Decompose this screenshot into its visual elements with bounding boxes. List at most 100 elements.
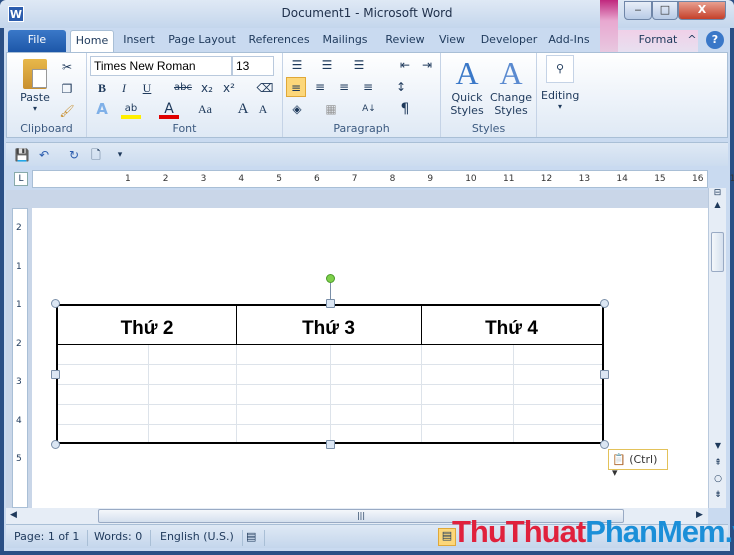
align-right-button[interactable]: ≡ bbox=[334, 77, 354, 97]
customize-qat-icon[interactable]: ▾ bbox=[110, 145, 130, 165]
browse-object-icon[interactable]: ○ bbox=[709, 474, 727, 484]
tab-selector[interactable]: L bbox=[14, 172, 28, 186]
table-header-cell[interactable]: Thứ 4 bbox=[421, 318, 602, 340]
bold-button[interactable]: B bbox=[92, 78, 112, 98]
language[interactable]: English (U.S.) bbox=[152, 530, 243, 546]
resize-handle[interactable] bbox=[600, 370, 609, 379]
tab-add-ins[interactable]: Add-Ins bbox=[546, 30, 592, 52]
shading-icon[interactable]: ◈ bbox=[287, 99, 307, 119]
next-page-icon[interactable]: ⇟ bbox=[709, 490, 727, 500]
maximize-button[interactable]: □ bbox=[652, 1, 678, 20]
table[interactable]: Thứ 2 Thứ 3 Thứ 4 bbox=[56, 304, 604, 444]
ruler-number: 4 bbox=[238, 174, 245, 184]
underline-button[interactable]: U bbox=[137, 78, 157, 98]
ruler-number: 8 bbox=[389, 174, 396, 184]
scroll-down-icon[interactable]: ▼ bbox=[709, 441, 727, 450]
increase-indent-icon[interactable]: ⇥ bbox=[417, 55, 437, 75]
format-painter-icon[interactable]: 🖌 bbox=[57, 101, 77, 121]
tab-insert[interactable]: Insert bbox=[118, 30, 160, 52]
scroll-up-icon[interactable]: ▲ bbox=[709, 200, 726, 209]
vertical-scrollbar[interactable]: ⊟ ▲ ▼ ⇞ ○ ⇟ bbox=[708, 188, 726, 508]
tab-mailings[interactable]: Mailings bbox=[318, 30, 372, 52]
borders-icon[interactable]: ▦ bbox=[321, 99, 341, 119]
line-spacing-icon[interactable]: ↕ bbox=[391, 77, 411, 97]
group-font: Times New Roman 13 B I U abc x₂ x² ⌫ A a… bbox=[87, 53, 283, 137]
scroll-thumb[interactable] bbox=[711, 232, 724, 272]
highlight-button[interactable]: ab bbox=[121, 99, 141, 119]
tab-view[interactable]: View bbox=[436, 30, 468, 52]
ruler-number: 17 bbox=[729, 174, 734, 184]
vertical-ruler[interactable]: 2 1 1 2 3 4 5 bbox=[12, 208, 28, 508]
multilevel-list-icon[interactable]: ☰ bbox=[349, 55, 369, 75]
undo-icon[interactable]: ↶ bbox=[34, 145, 54, 165]
view-ruler-icon[interactable]: ⊟ bbox=[709, 188, 726, 198]
copy-icon[interactable]: ❐ bbox=[57, 79, 77, 99]
text-effects-button[interactable]: A bbox=[92, 99, 112, 119]
superscript-button[interactable]: x² bbox=[219, 78, 239, 98]
italic-button[interactable]: I bbox=[114, 78, 134, 98]
change-case-button[interactable]: Aa bbox=[193, 99, 217, 119]
group-styles: A Quick Styles A Change Styles Styles bbox=[441, 53, 537, 137]
group-paragraph: ☰ ☰ ☰ ⇤ ⇥ ≡ ≡ ≡ ≡ ↕ ◈ ▦ A↓ ¶ Paragraph bbox=[283, 53, 441, 137]
tab-page-layout[interactable]: Page Layout bbox=[164, 30, 240, 52]
font-size-combo[interactable]: 13 bbox=[232, 56, 274, 76]
redo-icon[interactable]: ↻ bbox=[64, 145, 84, 165]
show-formatting-button[interactable]: ¶ bbox=[395, 99, 415, 119]
paste-button[interactable]: Paste ▾ bbox=[15, 57, 55, 117]
decrease-indent-icon[interactable]: ⇤ bbox=[395, 55, 415, 75]
horizontal-ruler[interactable]: 1234567891011121314151617 bbox=[32, 170, 734, 188]
ruler-number: 5 bbox=[276, 174, 282, 184]
align-left-button[interactable]: ≡ bbox=[286, 77, 306, 97]
ruler-number: 1 bbox=[125, 174, 131, 184]
previous-page-icon[interactable]: ⇞ bbox=[709, 458, 727, 468]
subscript-button[interactable]: x₂ bbox=[197, 78, 217, 98]
quick-styles-button[interactable]: A Quick Styles bbox=[445, 55, 489, 117]
font-color-button[interactable]: A bbox=[159, 99, 179, 119]
resize-handle[interactable] bbox=[51, 299, 60, 308]
resize-handle[interactable] bbox=[600, 299, 609, 308]
gridline bbox=[330, 345, 331, 442]
ruler-number: 13 bbox=[578, 174, 591, 184]
proofing-icon[interactable]: ▤ bbox=[238, 530, 266, 546]
help-icon[interactable]: ? bbox=[706, 31, 724, 49]
resize-handle[interactable] bbox=[51, 440, 60, 449]
resize-handle[interactable] bbox=[51, 370, 60, 379]
font-name-combo[interactable]: Times New Roman bbox=[90, 56, 232, 76]
bullets-icon[interactable]: ☰ bbox=[287, 55, 307, 75]
paragraph-label: Paragraph bbox=[333, 122, 390, 135]
minimize-button[interactable]: ‒ bbox=[624, 1, 652, 20]
table-header-cell[interactable]: Thứ 3 bbox=[236, 318, 421, 340]
close-button[interactable]: X bbox=[678, 1, 726, 20]
new-document-icon[interactable]: 🗋 bbox=[86, 145, 106, 165]
paste-options-button[interactable]: 📋 (Ctrl) ▾ bbox=[608, 449, 668, 479]
justify-button[interactable]: ≡ bbox=[358, 77, 378, 97]
save-icon[interactable]: 💾 bbox=[12, 145, 32, 165]
align-center-button[interactable]: ≡ bbox=[310, 77, 330, 97]
grow-font-button[interactable]: A bbox=[233, 99, 253, 119]
tab-review[interactable]: Review bbox=[382, 30, 428, 52]
strikethrough-button[interactable]: abc bbox=[171, 78, 195, 98]
tab-file[interactable]: File bbox=[8, 30, 66, 52]
table-header-cell[interactable]: Thứ 2 bbox=[58, 318, 236, 340]
tab-home[interactable]: Home bbox=[70, 30, 114, 52]
tab-developer[interactable]: Developer bbox=[478, 30, 540, 52]
shrink-font-button[interactable]: A bbox=[253, 99, 273, 119]
rotate-handle[interactable] bbox=[326, 274, 335, 283]
resize-handle[interactable] bbox=[326, 440, 335, 449]
scroll-left-icon[interactable]: ◀ bbox=[10, 510, 17, 520]
cut-icon[interactable]: ✂ bbox=[57, 57, 77, 77]
page-count[interactable]: Page: 1 of 1 bbox=[6, 530, 89, 546]
tab-references[interactable]: References bbox=[244, 30, 314, 52]
minimize-ribbon-icon[interactable]: ^ bbox=[684, 30, 700, 52]
resize-handle[interactable] bbox=[600, 440, 609, 449]
resize-handle[interactable] bbox=[326, 299, 335, 308]
change-styles-button[interactable]: A Change Styles bbox=[489, 55, 533, 117]
numbering-icon[interactable]: ☰ bbox=[317, 55, 337, 75]
clear-formatting-icon[interactable]: ⌫ bbox=[255, 78, 275, 98]
gridline bbox=[236, 345, 237, 442]
gridline bbox=[513, 345, 514, 442]
editing-button[interactable]: ⚲ Editing ▾ bbox=[541, 55, 579, 119]
word-count[interactable]: Words: 0 bbox=[86, 530, 152, 546]
paste-label: Paste bbox=[20, 91, 50, 104]
sort-button[interactable]: A↓ bbox=[359, 99, 379, 119]
